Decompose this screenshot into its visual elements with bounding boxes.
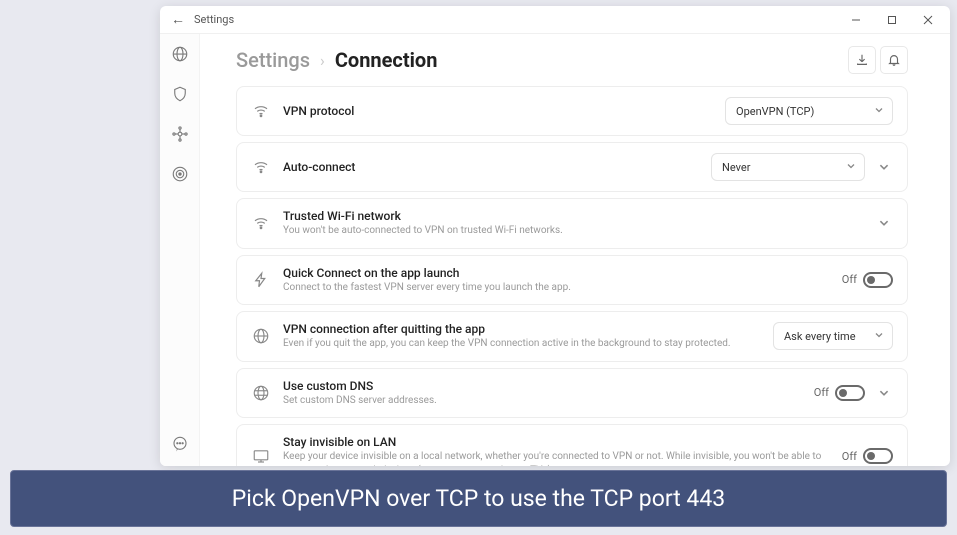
app-window: ← Settings Settings › Connection: [160, 6, 950, 466]
card-vpn-protocol: VPN protocol OpenVPN (TCP): [236, 86, 908, 136]
caption-banner: Pick OpenVPN over TCP to use the TCP por…: [10, 470, 947, 527]
download-icon[interactable]: [848, 46, 876, 74]
stay-invisible-toggle[interactable]: [863, 448, 893, 464]
card-after-quit: VPN connection after quitting the app Ev…: [236, 311, 908, 362]
quick-connect-toggle[interactable]: [863, 272, 893, 288]
bell-icon[interactable]: [880, 46, 908, 74]
titlebar: ← Settings: [160, 6, 950, 34]
auto-connect-select[interactable]: Never: [711, 153, 865, 181]
card-title: VPN protocol: [283, 104, 713, 118]
wifi-icon: [251, 102, 271, 120]
breadcrumb-separator: ›: [320, 51, 325, 70]
card-title: Quick Connect on the app launch: [283, 266, 830, 280]
vpn-protocol-select[interactable]: OpenVPN (TCP): [725, 97, 893, 125]
card-description: Keep your device invisible on a local ne…: [283, 450, 830, 466]
window-title: Settings: [192, 13, 234, 26]
toggle-label: Off: [842, 273, 857, 286]
globe-icon: [251, 327, 271, 345]
shield-icon[interactable]: [168, 82, 192, 106]
globe-grid-icon: [251, 384, 271, 402]
breadcrumb: Settings › Connection: [236, 48, 437, 72]
select-value: Never: [722, 161, 750, 174]
chevron-down-icon: [846, 161, 856, 174]
after-quit-select[interactable]: Ask every time: [773, 322, 893, 350]
expand-button[interactable]: [875, 384, 893, 402]
maximize-button[interactable]: [874, 6, 910, 34]
card-trusted-wifi: Trusted Wi-Fi network You won't be auto-…: [236, 198, 908, 249]
select-value: OpenVPN (TCP): [736, 105, 814, 118]
select-value: Ask every time: [784, 330, 856, 343]
card-description: Connect to the fastest VPN server every …: [283, 281, 830, 295]
chevron-down-icon: [874, 105, 884, 118]
close-button[interactable]: [910, 6, 946, 34]
target-icon[interactable]: [168, 162, 192, 186]
card-title: Stay invisible on LAN: [283, 435, 830, 449]
expand-button[interactable]: [875, 158, 893, 176]
main-panel: Settings › Connection VPN protocol: [200, 34, 950, 466]
node-icon[interactable]: [168, 122, 192, 146]
monitor-icon: [251, 447, 271, 465]
expand-button[interactable]: [875, 214, 893, 232]
card-description: Even if you quit the app, you can keep t…: [283, 337, 761, 351]
card-auto-connect: Auto-connect Never: [236, 142, 908, 192]
toggle-label: Off: [842, 450, 857, 463]
card-title: Trusted Wi-Fi network: [283, 209, 863, 223]
card-stay-invisible: Stay invisible on LAN Keep your device i…: [236, 424, 908, 466]
breadcrumb-parent[interactable]: Settings: [236, 48, 310, 72]
back-button[interactable]: ←: [164, 11, 192, 28]
card-custom-dns: Use custom DNS Set custom DNS server add…: [236, 368, 908, 419]
card-title: Auto-connect: [283, 160, 699, 174]
sidebar: [160, 34, 200, 466]
wifi-icon: [251, 158, 271, 176]
chevron-down-icon: [874, 330, 884, 343]
wifi-icon: [251, 214, 271, 232]
card-title: VPN connection after quitting the app: [283, 322, 761, 336]
custom-dns-toggle[interactable]: [835, 385, 865, 401]
card-description: You won't be auto-connected to VPN on tr…: [283, 224, 863, 238]
card-description: Set custom DNS server addresses.: [283, 394, 802, 408]
globe-icon[interactable]: [168, 42, 192, 66]
card-title: Use custom DNS: [283, 379, 802, 393]
minimize-button[interactable]: [838, 6, 874, 34]
bolt-icon: [251, 271, 271, 289]
breadcrumb-current: Connection: [335, 48, 438, 72]
chat-icon[interactable]: [168, 432, 192, 456]
card-quick-connect: Quick Connect on the app launch Connect …: [236, 255, 908, 306]
toggle-label: Off: [814, 386, 829, 399]
